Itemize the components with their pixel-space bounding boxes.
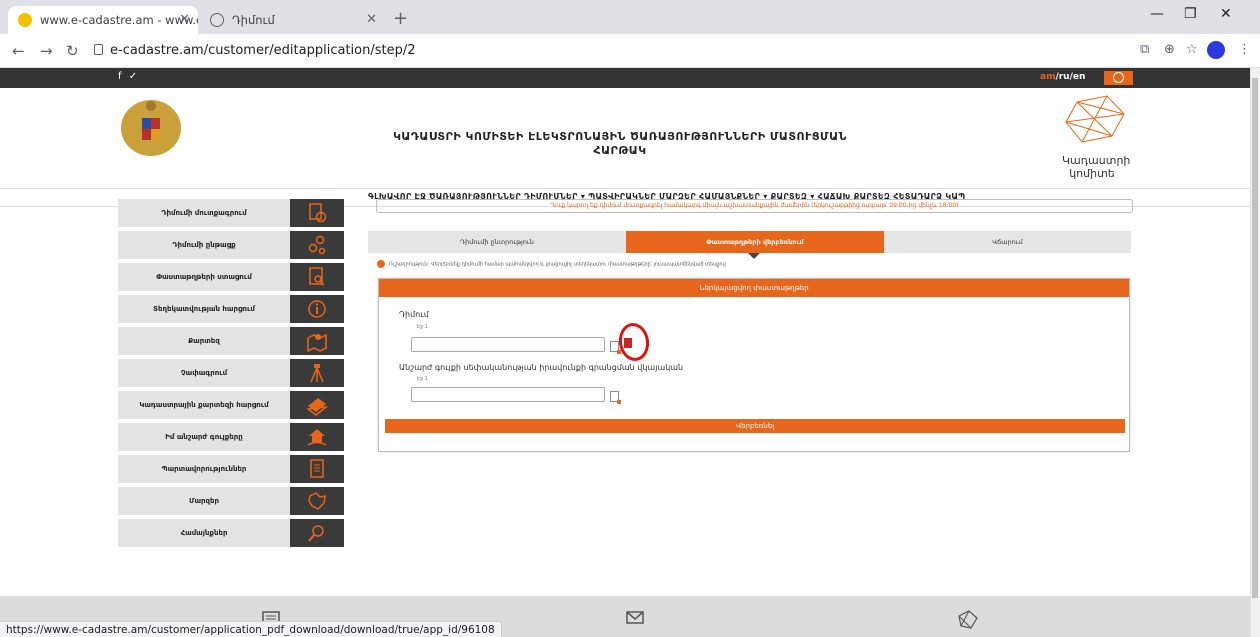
sidebar-item-label: Չափագրում bbox=[118, 359, 290, 387]
info-text: Ուշադրություն: Վերբեռնեք դիմումի համար պ… bbox=[389, 261, 726, 268]
map-marker-icon bbox=[290, 327, 344, 355]
reload-icon[interactable]: ↻ bbox=[66, 42, 79, 60]
attach-file-icon[interactable] bbox=[610, 341, 621, 354]
browser-toolbar: ← → ↻ e-cadastre.am/customer/editapplica… bbox=[0, 34, 1260, 68]
sidebar-item-application-entry[interactable]: Դիմումի մուտքագրում bbox=[118, 199, 344, 227]
status-bar-url: https://www.e-cadastre.am/customer/appli… bbox=[0, 621, 502, 637]
user-account-button[interactable] bbox=[1104, 71, 1133, 85]
attach-file-icon[interactable] bbox=[610, 391, 621, 404]
field-sublabel-page: Էջ 1 bbox=[417, 324, 428, 330]
close-tab-icon[interactable]: ✕ bbox=[366, 12, 377, 27]
menu-dots-icon[interactable]: ⋮ bbox=[1238, 42, 1251, 57]
lang-other[interactable]: /ru/en bbox=[1055, 72, 1085, 82]
step-documents-upload[interactable]: Փաստաթղթերի վերբեռնում bbox=[626, 231, 884, 253]
browser-tab-inactive[interactable]: Դիմում ✕ bbox=[200, 6, 385, 34]
working-hours-notice: Դուք կարող եք դիմում մուտքագրել համակարգ… bbox=[376, 199, 1133, 213]
back-icon[interactable]: ← bbox=[12, 42, 25, 60]
mail-icon[interactable] bbox=[621, 608, 647, 632]
translate-icon[interactable]: ⧉ bbox=[1140, 42, 1149, 57]
address-bar[interactable]: e-cadastre.am/customer/editapplication/s… bbox=[110, 43, 416, 58]
sidebar-item-cadastre-map-request[interactable]: Կադաստրային քարտեզի հարցում bbox=[118, 391, 344, 419]
globe-icon bbox=[210, 13, 224, 27]
house-hand-icon bbox=[290, 423, 344, 451]
active-step-arrow bbox=[748, 253, 760, 259]
tab-title: www.e-cadastre.am - www.e-cad bbox=[40, 13, 198, 27]
lang-current[interactable]: am bbox=[1040, 72, 1055, 82]
sidebar-item-label: Պարտավորություններ bbox=[118, 455, 290, 483]
sidebar-item-documents-receipt[interactable]: Փաստաթղթերի ստացում bbox=[118, 263, 344, 291]
social-icons[interactable]: f ✓ bbox=[118, 71, 139, 82]
cadastre-logo[interactable]: Կադաստրի կոմիտե bbox=[1052, 92, 1138, 184]
wizard-steps: Դիմումի ընտրություն Փաստաթղթերի վերբեռնո… bbox=[368, 231, 1131, 253]
community-search-icon bbox=[290, 519, 344, 547]
document-search-icon bbox=[290, 263, 344, 291]
sidebar-item-label: Դիմումի մուտքագրում bbox=[118, 199, 290, 227]
zoom-icon[interactable]: ⊕ bbox=[1164, 42, 1175, 57]
sidebar-item-map[interactable]: Քարտեզ bbox=[118, 327, 344, 355]
info-icon bbox=[377, 260, 385, 268]
field-label-ownership-certificate: Անշարժ գույքի սեփականության իրավունքի գր… bbox=[399, 363, 684, 372]
sidebar-item-label: Փաստաթղթերի ստացում bbox=[118, 263, 290, 291]
language-switcher[interactable]: am/ru/en bbox=[1040, 72, 1085, 82]
sidebar-item-label: Իմ անշարժ գույքերը bbox=[118, 423, 290, 451]
web-page: f ✓ am/ru/en ԿԱԴԱՍՏՐԻ ԿՈՄԻՏԵԻ ԷԼԵԿՏՐՈՆԱՅ… bbox=[0, 68, 1250, 637]
documents-panel: Ներկայացվող փաստաթղթեր Դիմում Էջ 1 Անշար… bbox=[378, 278, 1130, 452]
sidebar-item-communities[interactable]: Համայնքներ bbox=[118, 519, 344, 547]
browser-tab-strip: www.e-cadastre.am - www.e-cad ✕ Դիմում ✕… bbox=[0, 0, 1260, 34]
profile-avatar-icon[interactable] bbox=[1207, 41, 1225, 59]
close-window-icon[interactable]: ✕ bbox=[1220, 6, 1232, 22]
field-label-application: Դիմում bbox=[399, 310, 429, 319]
logo-text: Կադաստրի կոմիտե bbox=[1062, 154, 1131, 180]
sidebar-item-label: Մարզեր bbox=[118, 487, 290, 515]
sidebar-item-label: Տեղեկատվության հարցում bbox=[118, 295, 290, 323]
divider bbox=[0, 188, 1250, 189]
document-stamp-icon bbox=[290, 199, 344, 227]
close-tab-icon[interactable]: ✕ bbox=[179, 12, 190, 27]
sidebar-item-application-progress[interactable]: Դիմումի ընթացք bbox=[118, 231, 344, 259]
sidebar-item-label: Կադաստրային քարտեզի հարցում bbox=[118, 391, 290, 419]
site-top-bar: f ✓ am/ru/en bbox=[0, 68, 1250, 88]
bookmark-star-icon[interactable]: ☆ bbox=[1186, 42, 1198, 57]
sidebar-item-label: Քարտեզ bbox=[118, 327, 290, 355]
coat-of-arms-icon bbox=[121, 100, 181, 156]
sidebar-item-regions[interactable]: Մարզեր bbox=[118, 487, 344, 515]
scrollbar-thumb[interactable] bbox=[1252, 78, 1258, 598]
sidebar-item-label: Համայնքներ bbox=[118, 519, 290, 547]
info-request-icon bbox=[290, 295, 344, 323]
new-tab-icon[interactable]: + bbox=[393, 8, 408, 29]
survey-tripod-icon bbox=[290, 359, 344, 387]
panel-title: Ներկայացվող փաստաթղթեր bbox=[379, 279, 1129, 297]
network-icon[interactable] bbox=[955, 608, 981, 632]
lock-icon bbox=[94, 44, 103, 55]
regions-map-icon bbox=[290, 487, 344, 515]
sidebar-item-info-request[interactable]: Տեղեկատվության հարցում bbox=[118, 295, 344, 323]
minimize-icon[interactable]: — bbox=[1150, 6, 1164, 22]
network-logo-icon bbox=[1065, 95, 1125, 143]
maximize-icon[interactable]: ❐ bbox=[1184, 6, 1197, 22]
upload-button[interactable]: Վերբեռնել bbox=[385, 419, 1125, 433]
step-payment[interactable]: Վճարում bbox=[884, 231, 1131, 253]
upload-info-note: Ուշադրություն: Վերբեռնեք դիմումի համար պ… bbox=[377, 260, 726, 268]
obligations-doc-icon bbox=[290, 455, 344, 483]
step-application-choice[interactable]: Դիմումի ընտրություն bbox=[368, 231, 626, 253]
sidebar-item-obligations[interactable]: Պարտավորություններ bbox=[118, 455, 344, 483]
browser-tab-active[interactable]: www.e-cadastre.am - www.e-cad ✕ bbox=[8, 6, 198, 34]
sidebar-item-my-properties[interactable]: Իմ անշարժ գույքերը bbox=[118, 423, 344, 451]
site-header: ԿԱԴԱՍՏՐԻ ԿՈՄԻՏԵԻ ԷԼԵԿՏՐՈՆԱՅԻՆ ԾԱՌԱՅՈՒԹՅՈ… bbox=[0, 88, 1250, 188]
process-gears-icon bbox=[290, 231, 344, 259]
sidebar-item-survey[interactable]: Չափագրում bbox=[118, 359, 344, 387]
tab-title: Դիմում bbox=[232, 13, 275, 27]
field-sublabel-page: Էջ 1 bbox=[417, 376, 428, 382]
sidebar-item-label: Դիմումի ընթացք bbox=[118, 231, 290, 259]
site-favicon-icon bbox=[18, 13, 32, 27]
user-icon bbox=[1113, 72, 1124, 83]
forward-icon[interactable]: → bbox=[40, 42, 53, 60]
certificate-file-input[interactable] bbox=[411, 387, 605, 402]
application-file-input[interactable] bbox=[411, 337, 605, 352]
site-title: ԿԱԴԱՍՏՐԻ ԿՈՄԻՏԵԻ ԷԼԵԿՏՐՈՆԱՅԻՆ ԾԱՌԱՅՈՒԹՅՈ… bbox=[393, 130, 847, 157]
map-layers-icon bbox=[290, 391, 344, 419]
